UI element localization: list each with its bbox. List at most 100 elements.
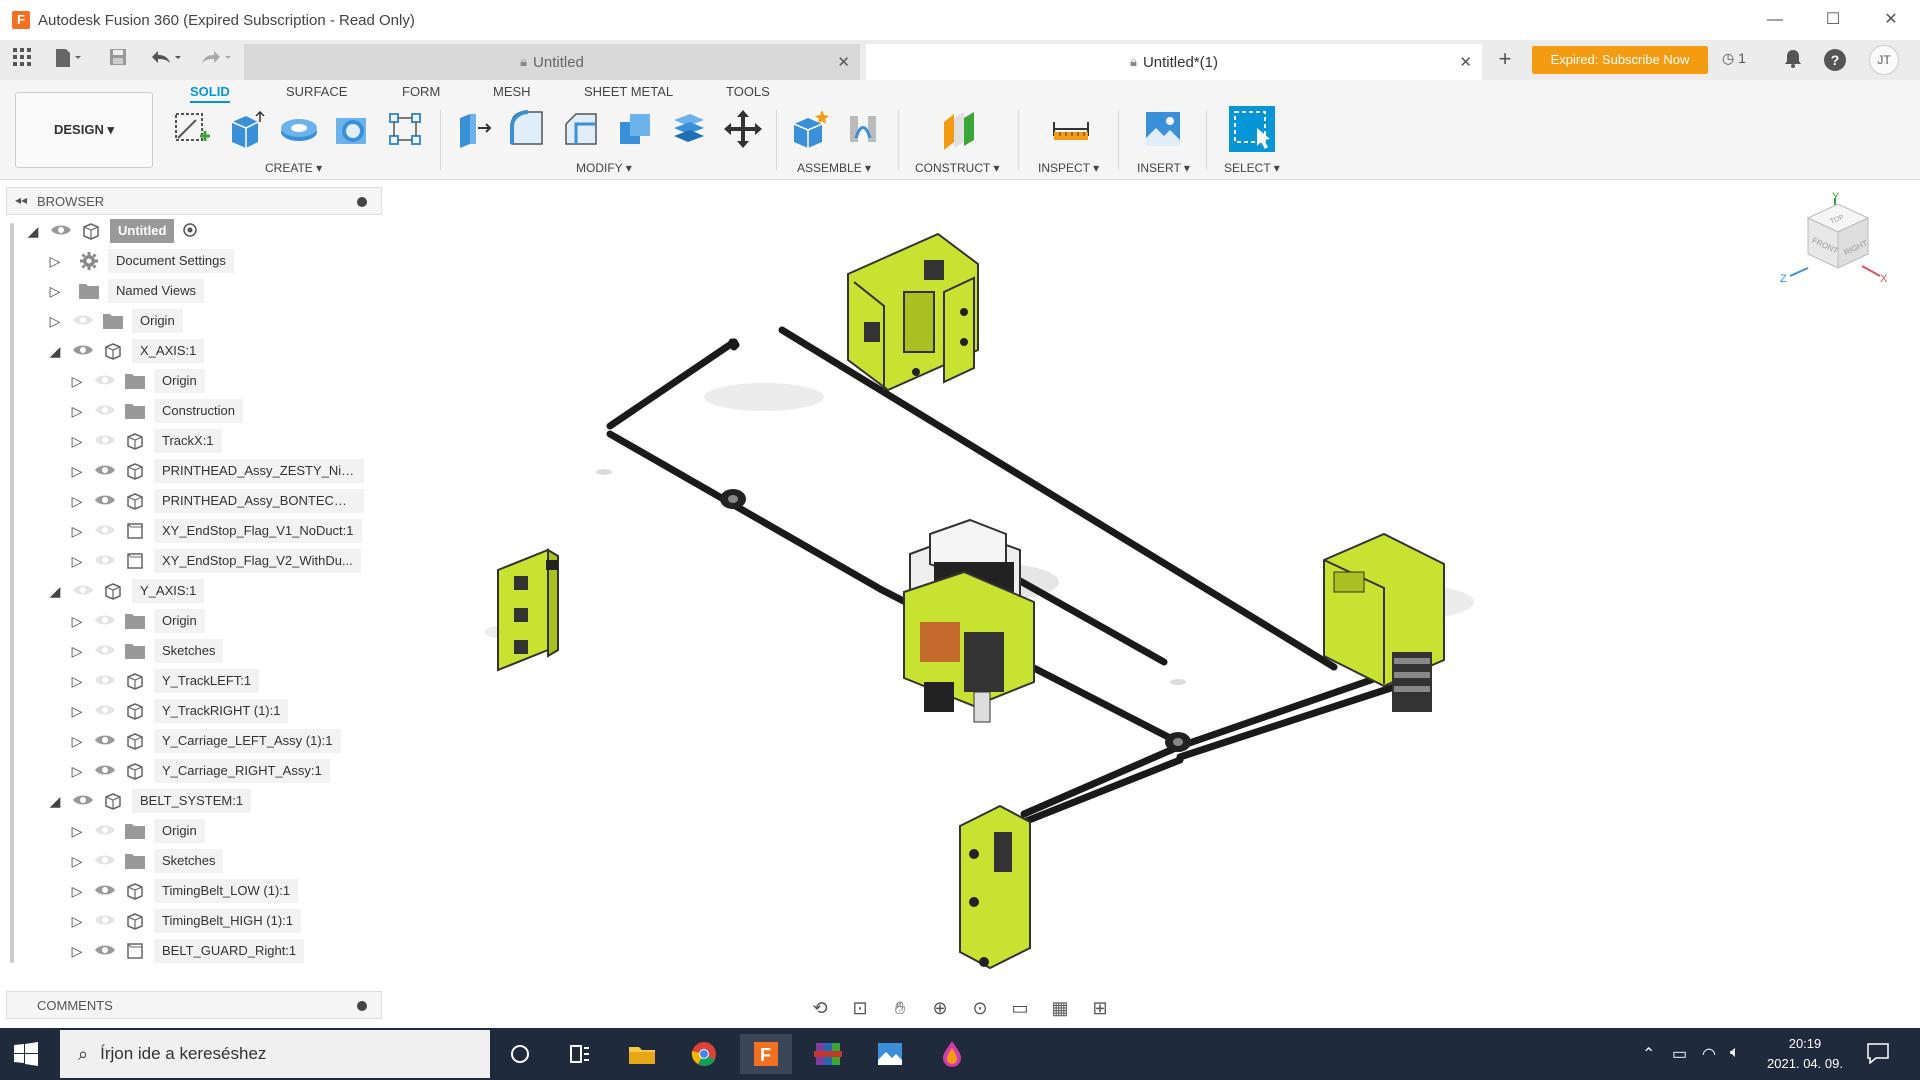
visibility-eye-icon[interactable] [72,583,96,599]
revolve-icon[interactable] [278,108,320,150]
tab-sheet-metal[interactable]: SHEET METAL [584,84,673,99]
shell-icon[interactable] [330,108,372,150]
browser-node[interactable]: ▷ PRINTHEAD_Assy_ZESTY_Nim... [68,457,364,485]
browser-node[interactable]: ▷ Construction [68,397,243,425]
browser-node[interactable]: ▷ TimingBelt_LOW (1):1 [68,877,299,905]
chrome-icon[interactable] [678,1034,730,1074]
browser-node[interactable]: ▷ Origin [46,307,183,335]
visibility-eye-icon[interactable] [94,613,118,629]
tab-form[interactable]: FORM [402,84,440,99]
expand-triangle-icon[interactable]: ▷ [68,823,86,840]
create-menu[interactable]: CREATE ▾ [265,161,322,175]
expand-triangle-icon[interactable]: ▷ [68,853,86,870]
expand-triangle-icon[interactable]: ▷ [68,493,86,510]
visibility-eye-icon[interactable] [94,403,118,419]
browser-node[interactable]: ▷ Y_TrackRIGHT (1):1 [68,697,289,725]
browser-node[interactable]: ▷ Y_Carriage_LEFT_Assy (1):1 [68,727,341,755]
browser-scrollbar[interactable] [10,223,14,963]
visibility-eye-icon[interactable] [72,793,96,809]
close-tab-icon[interactable]: ✕ [1459,53,1472,71]
expand-triangle-icon[interactable]: ▷ [68,553,86,570]
redo-icon[interactable] [196,48,236,72]
comments-panel[interactable]: COMMENTS [6,991,382,1019]
modify-menu[interactable]: MODIFY ▾ [576,161,632,175]
visibility-eye-icon[interactable] [94,463,118,479]
move-copy-icon[interactable] [722,108,764,150]
visibility-eye-icon[interactable] [94,733,118,749]
activate-radio-icon[interactable] [182,222,198,241]
browser-node[interactable]: ▷ PRINTHEAD_Assy_BONTECH_I... [68,487,364,515]
battery-icon[interactable]: ▭ [1672,1044,1687,1064]
expand-triangle-icon[interactable]: ▷ [68,703,86,720]
file-explorer-icon[interactable] [616,1034,668,1074]
tab-tools[interactable]: TOOLS [726,84,770,99]
browser-options-icon[interactable] [357,197,367,207]
collapse-triangle-icon[interactable]: ◢ [24,223,42,240]
expand-triangle-icon[interactable]: ▷ [68,913,86,930]
orbit-icon[interactable]: ⟲ [806,996,834,1020]
pattern-icon[interactable] [384,108,426,150]
visibility-eye-icon[interactable] [94,913,118,929]
visibility-eye-icon[interactable] [94,943,118,959]
visibility-eye-icon[interactable] [94,883,118,899]
press-pull-icon[interactable] [452,108,494,150]
browser-node[interactable]: ▷ TrackX:1 [68,427,222,455]
close-window-button[interactable]: ✕ [1862,0,1920,40]
tab-mesh[interactable]: MESH [493,84,531,99]
app-grid-icon[interactable] [10,48,34,72]
paint-3d-icon[interactable] [926,1034,978,1074]
user-avatar[interactable]: JT [1869,45,1899,75]
browser-node[interactable]: ▷ BELT_GUARD_Right:1 [68,937,305,965]
visibility-eye-icon[interactable] [72,313,96,329]
fit-icon[interactable]: ⊙ [966,996,994,1020]
browser-node[interactable]: ▷ XY_EndStop_Flag_V1_NoDuct:1 [68,517,362,545]
browser-node[interactable]: ▷ Origin [68,607,205,635]
display-settings-icon[interactable]: ▭ [1006,996,1034,1020]
expand-triangle-icon[interactable]: ▷ [68,643,86,660]
cortana-icon[interactable] [494,1034,546,1074]
browser-node[interactable]: ◢ X_AXIS:1 [46,337,205,365]
collapse-triangle-icon[interactable]: ◢ [46,793,64,810]
assemble-menu[interactable]: ASSEMBLE ▾ [797,161,871,175]
expand-triangle-icon[interactable]: ▷ [46,313,64,330]
browser-node[interactable]: ◢ BELT_SYSTEM:1 [46,787,252,815]
expand-triangle-icon[interactable]: ▷ [68,883,86,900]
maximize-button[interactable]: ☐ [1804,0,1862,40]
expand-triangle-icon[interactable]: ▷ [68,403,86,420]
create-sketch-icon[interactable] [170,108,212,150]
browser-node[interactable]: ▷ Y_Carriage_RIGHT_Assy:1 [68,757,330,785]
expand-triangle-icon[interactable]: ▷ [68,763,86,780]
browser-node[interactable]: ▷ Y_TrackLEFT:1 [68,667,260,695]
browser-node[interactable]: ▷ Named Views [46,277,204,305]
visibility-eye-icon[interactable] [94,823,118,839]
visibility-eye-icon[interactable] [94,673,118,689]
browser-node[interactable]: ▷ Sketches [68,637,224,665]
file-menu-icon[interactable] [50,48,86,72]
browser-node[interactable]: ◢ Untitled [24,217,198,245]
close-tab-icon[interactable]: ✕ [837,53,850,71]
action-center-icon[interactable] [1866,1042,1890,1064]
visibility-eye-icon[interactable] [94,853,118,869]
browser-node[interactable]: ▷ XY_EndStop_Flag_V2_WithDu... [68,547,361,575]
visibility-eye-icon[interactable] [94,643,118,659]
collapse-triangle-icon[interactable]: ◢ [46,343,64,360]
visibility-eye-icon[interactable] [94,553,118,569]
select-menu[interactable]: SELECT ▾ [1224,161,1280,175]
combine-icon[interactable] [614,108,656,150]
add-comment-icon[interactable] [357,1001,367,1011]
joint-icon[interactable] [842,108,884,150]
visibility-eye-icon[interactable] [94,703,118,719]
collapse-browser-icon[interactable]: ◂◂ [15,193,27,207]
tab-untitled-1[interactable]: 🔒︎ Untitled*(1) ✕ [866,44,1482,80]
subscribe-button[interactable]: Expired: Subscribe Now [1532,46,1708,74]
visibility-eye-icon[interactable] [50,223,74,239]
minimize-button[interactable]: — [1746,0,1804,40]
visibility-eye-icon[interactable] [94,373,118,389]
help-icon[interactable]: ? [1824,49,1846,71]
workspace-switcher[interactable]: DESIGN ▾ [15,92,153,168]
new-tab-plus-icon[interactable]: + [1491,48,1519,72]
grid-settings-icon[interactable]: ▦ [1046,996,1074,1020]
fusion-taskbar-icon[interactable]: F [740,1034,792,1074]
look-at-icon[interactable]: ⊡ [846,996,874,1020]
inspect-menu[interactable]: INSPECT ▾ [1038,161,1099,175]
